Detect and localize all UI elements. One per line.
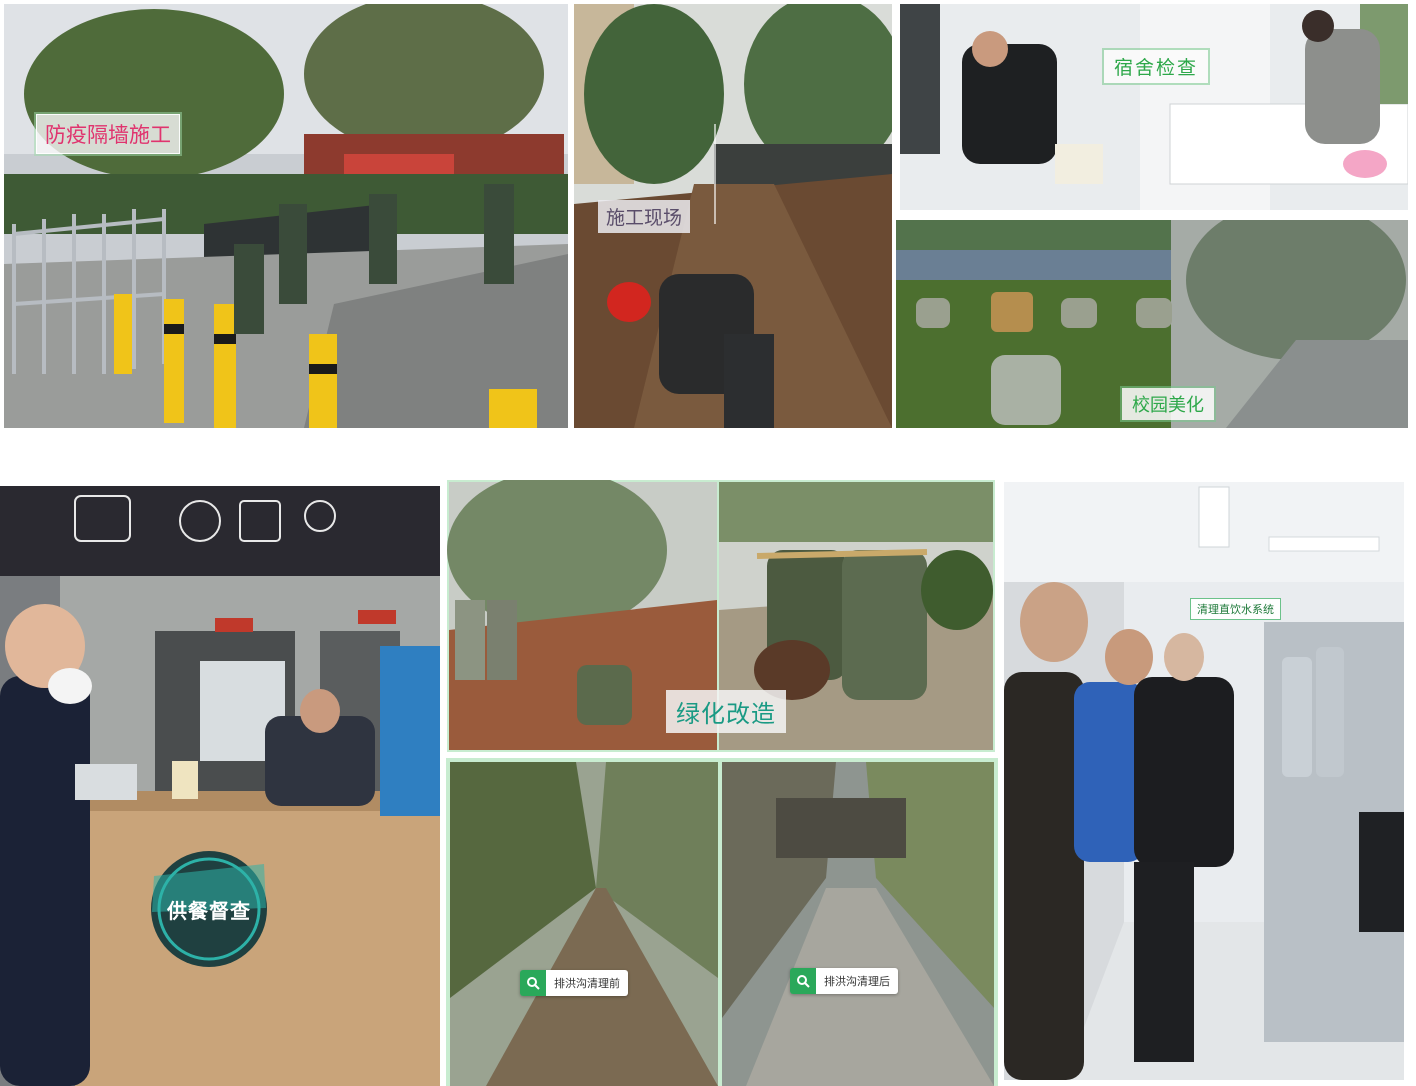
caption-fence-construction: 防疫隔墙施工: [36, 114, 180, 154]
search-icon: [790, 968, 816, 994]
photo-fence-construction: [4, 4, 568, 428]
tag-ditch-after: 排洪沟清理后: [790, 968, 898, 994]
caption-dormitory-inspection: 宿舍检查: [1104, 50, 1209, 83]
search-icon: [520, 970, 546, 996]
photo-canteen-supervision: [0, 486, 440, 1086]
photo-dormitory-inspection: [900, 4, 1408, 210]
caption-water-system: 清理直饮水系统: [1190, 598, 1281, 620]
photo-water-system: [1004, 482, 1404, 1080]
caption-canteen-supervision: 供餐督查: [167, 898, 251, 923]
caption-greening-renovation: 绿化改造: [666, 690, 786, 733]
caption-ditch-after: 排洪沟清理后: [816, 968, 898, 994]
caption-construction-site: 施工现场: [598, 200, 691, 233]
caption-ditch-before: 排洪沟清理前: [546, 970, 628, 996]
photo-flood-ditch: [446, 758, 998, 1086]
tag-ditch-before: 排洪沟清理前: [520, 970, 628, 996]
caption-campus-beautification: 校园美化: [1122, 388, 1214, 420]
badge-canteen-supervision: 供餐督查: [148, 848, 270, 970]
